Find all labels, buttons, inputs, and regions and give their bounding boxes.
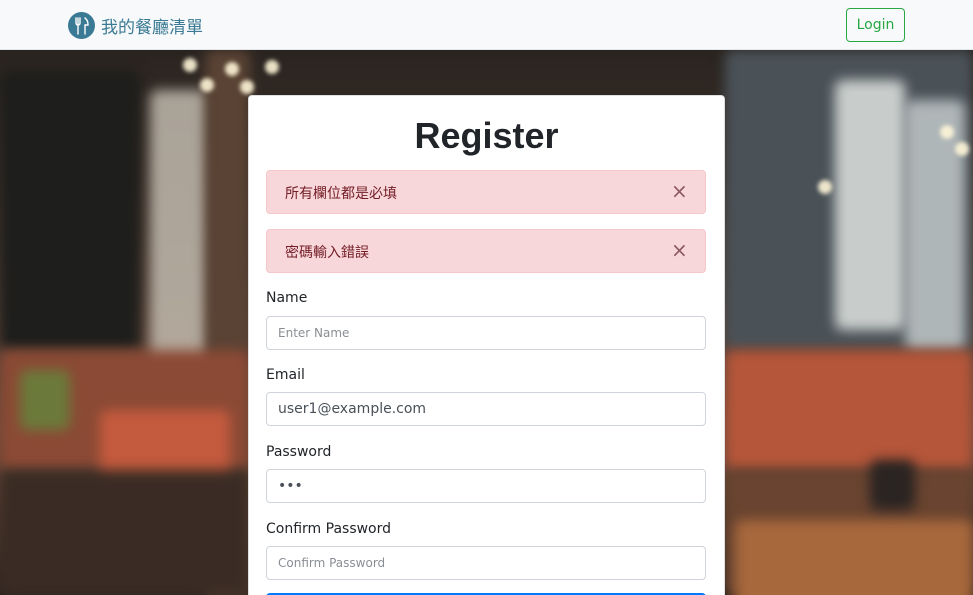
alert-message: 密碼輸入錯誤 [285,245,369,261]
brand-link[interactable]: 我的餐廳清單 [68,12,203,39]
alert-password-error: 密碼輸入錯誤 × [266,229,706,273]
email-label: Email [266,367,305,383]
confirm-password-input[interactable] [266,546,706,580]
close-icon[interactable]: × [671,240,688,260]
navbar: 我的餐廳清單 Login [0,0,973,50]
brand-title: 我的餐廳清單 [101,18,203,38]
name-input[interactable] [266,316,706,350]
confirm-password-label: Confirm Password [266,521,392,537]
login-button[interactable]: Login [846,8,905,42]
alert-required-fields: 所有欄位都是必填 × [266,170,706,214]
close-icon[interactable]: × [671,181,688,201]
email-input[interactable] [266,392,706,426]
password-input[interactable] [266,469,706,503]
name-label: Name [266,290,308,306]
alert-message: 所有欄位都是必填 [285,186,397,202]
password-label: Password [266,444,332,460]
page-title: Register [414,115,559,156]
fork-knife-icon [68,12,95,39]
